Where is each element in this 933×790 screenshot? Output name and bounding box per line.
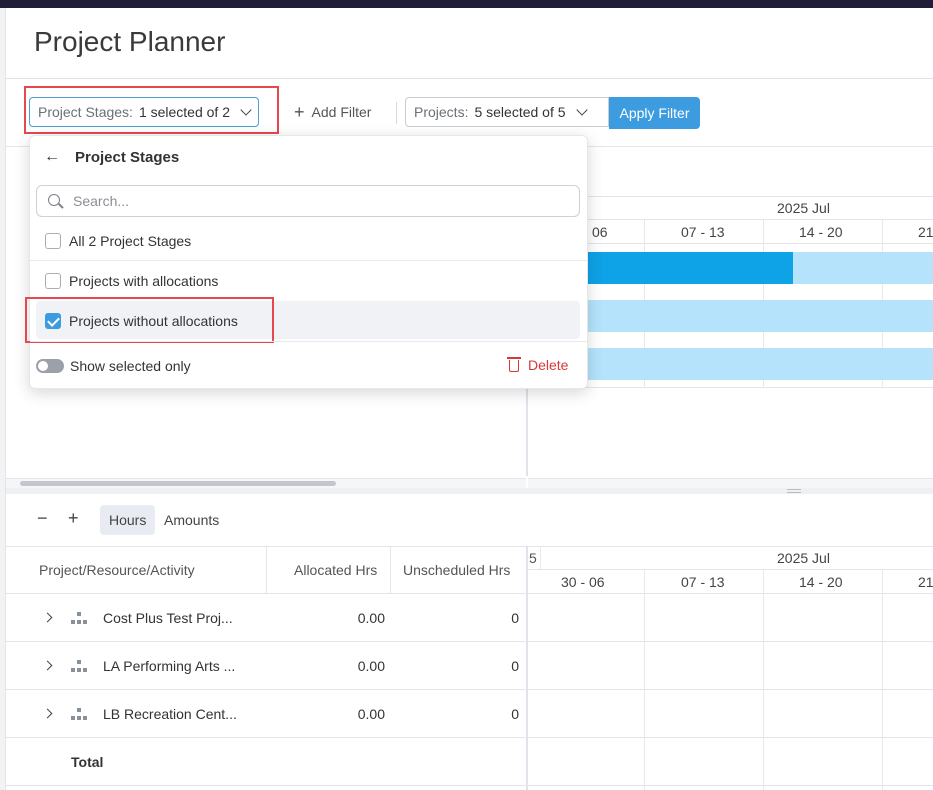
lower-week-label: 14 - 20 bbox=[799, 574, 843, 590]
upper-week-label: 06 bbox=[592, 224, 608, 240]
gantt-bar-allocated[interactable] bbox=[588, 252, 793, 284]
lower-week-label: 30 - 06 bbox=[561, 574, 605, 590]
project-name[interactable]: LA Performing Arts ... bbox=[103, 658, 235, 674]
gantt-bar-unallocated[interactable] bbox=[588, 300, 933, 332]
show-selected-only-label: Show selected only bbox=[70, 358, 191, 374]
column-divider[interactable] bbox=[266, 546, 267, 594]
add-filter-label: Add Filter bbox=[311, 104, 372, 120]
upper-week-label: 21 bbox=[918, 224, 933, 240]
hierarchy-icon bbox=[71, 612, 87, 626]
highlight-box-stages bbox=[24, 86, 279, 134]
apply-filter-button[interactable]: Apply Filter bbox=[609, 97, 700, 129]
grid-column-line bbox=[882, 570, 883, 790]
search-icon bbox=[48, 194, 60, 206]
table-row-divider bbox=[6, 785, 933, 786]
unscheduled-hrs: 0 bbox=[511, 658, 519, 674]
upper-right-scrollbar[interactable] bbox=[528, 478, 933, 488]
trash-icon bbox=[507, 357, 521, 372]
allocated-hrs: 0.00 bbox=[357, 706, 385, 722]
projects-filter-label: Projects: bbox=[414, 104, 469, 120]
checkbox-projects-with-allocations[interactable] bbox=[45, 273, 61, 289]
dropdown-divider bbox=[30, 341, 587, 342]
lower-week-label: 21 bbox=[918, 574, 933, 590]
grid-column-line bbox=[540, 546, 541, 570]
upper-gantt-month: 2025 Jul bbox=[777, 200, 830, 216]
projects-filter-value: 5 selected of 5 bbox=[474, 104, 566, 120]
chevron-right-icon[interactable] bbox=[42, 708, 53, 719]
hours-toggle[interactable]: Hours bbox=[100, 505, 156, 535]
unscheduled-hrs: 0 bbox=[511, 610, 519, 626]
collapse-all-icon[interactable]: − bbox=[37, 508, 48, 529]
plus-icon: + bbox=[294, 102, 305, 122]
option-projects-with-allocations[interactable]: Projects with allocations bbox=[69, 273, 218, 289]
project-name[interactable]: LB Recreation Cent... bbox=[103, 706, 237, 722]
upper-week-label: 14 - 20 bbox=[799, 224, 843, 240]
column-header-name[interactable]: Project/Resource/Activity bbox=[39, 562, 195, 578]
grid-column-line bbox=[644, 570, 645, 790]
highlight-box-option bbox=[25, 297, 274, 343]
dropdown-search-input[interactable]: Search... bbox=[36, 185, 580, 217]
splitter-grip-icon[interactable] bbox=[787, 489, 801, 493]
lower-gantt-month: 2025 Jul bbox=[777, 550, 830, 566]
delete-label: Delete bbox=[528, 357, 569, 373]
amounts-toggle[interactable]: Amounts bbox=[155, 505, 228, 535]
hierarchy-icon bbox=[71, 660, 87, 674]
window-top-bar bbox=[0, 0, 933, 8]
chevron-right-icon[interactable] bbox=[42, 612, 53, 623]
total-label: Total bbox=[71, 754, 104, 770]
column-header-allocated[interactable]: Allocated Hrs bbox=[294, 562, 377, 578]
page-title: Project Planner bbox=[34, 26, 226, 57]
lower-gantt-header-line bbox=[528, 569, 933, 570]
left-edge-rail bbox=[0, 8, 6, 790]
project-stages-dropdown bbox=[29, 135, 588, 389]
projects-filter[interactable]: Projects: 5 selected of 5 bbox=[405, 97, 609, 127]
grid-column-line bbox=[763, 570, 764, 790]
hierarchy-icon bbox=[71, 708, 87, 722]
allocated-hrs: 0.00 bbox=[357, 610, 385, 626]
expand-all-icon[interactable]: + bbox=[68, 508, 79, 529]
checkbox-all-stages[interactable] bbox=[45, 233, 61, 249]
grid-row-line bbox=[527, 387, 933, 388]
delete-button[interactable]: Delete bbox=[507, 357, 569, 373]
column-header-unscheduled[interactable]: Unscheduled Hrs bbox=[403, 562, 510, 578]
gantt-bar-unallocated[interactable] bbox=[588, 348, 933, 380]
option-all-stages[interactable]: All 2 Project Stages bbox=[69, 233, 191, 249]
table-row-divider bbox=[6, 641, 933, 642]
dropdown-divider bbox=[30, 260, 587, 261]
chevron-right-icon[interactable] bbox=[42, 660, 53, 671]
chevron-down-icon bbox=[575, 103, 588, 116]
table-row-divider bbox=[6, 689, 933, 690]
filter-divider bbox=[396, 102, 397, 124]
show-selected-only-toggle[interactable] bbox=[36, 359, 64, 373]
upper-week-label: 07 - 13 bbox=[681, 224, 725, 240]
lower-pane-splitter[interactable] bbox=[526, 546, 528, 790]
table-row-divider bbox=[6, 737, 933, 738]
gantt-month-fragment: 5 bbox=[529, 550, 537, 566]
arrow-left-icon[interactable]: ← bbox=[44, 148, 60, 166]
upper-left-scrollbar-thumb[interactable] bbox=[20, 481, 336, 486]
title-divider bbox=[6, 78, 933, 79]
add-filter-button[interactable]: + Add Filter bbox=[294, 102, 372, 122]
gantt-bar-unallocated[interactable] bbox=[793, 252, 933, 284]
unscheduled-hrs: 0 bbox=[511, 706, 519, 722]
lower-week-label: 07 - 13 bbox=[681, 574, 725, 590]
project-name[interactable]: Cost Plus Test Proj... bbox=[103, 610, 233, 626]
dropdown-title: Project Stages bbox=[75, 149, 180, 166]
allocated-hrs: 0.00 bbox=[357, 658, 385, 674]
column-divider[interactable] bbox=[390, 546, 391, 594]
